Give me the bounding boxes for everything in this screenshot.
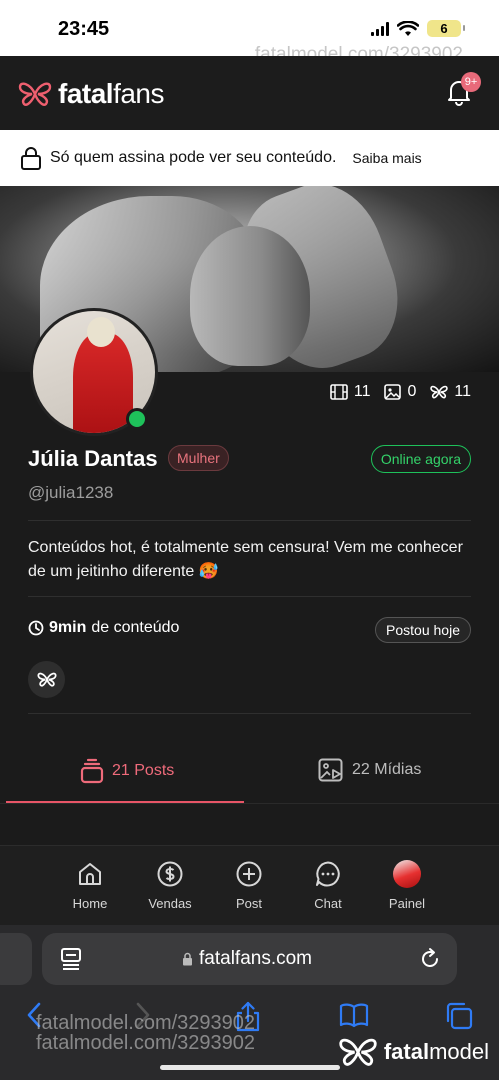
status-icons: 6	[371, 20, 465, 37]
url-text: fatalfans.com	[199, 948, 312, 969]
lock-icon	[183, 952, 192, 966]
media-icon	[318, 758, 343, 782]
stack-icon	[80, 758, 104, 784]
butterfly-button[interactable]	[28, 661, 65, 698]
content-duration: 9min de conteúdo	[28, 619, 179, 637]
profile-bio: Conteúdos hot, é totalmente sem censura!…	[28, 539, 463, 580]
fatalfans-logo[interactable]: fatalfans	[18, 78, 165, 110]
bottom-navigation: Home Vendas Post Chat Painel	[0, 845, 499, 925]
image-icon	[384, 384, 402, 400]
subscription-notice: Só quem assina pode ver seu conteúdo. Sa…	[0, 130, 499, 186]
notifications-button[interactable]: 9+	[447, 72, 481, 108]
profile-handle: @julia1238	[28, 483, 114, 502]
online-status-badge: Online agora	[370, 445, 471, 473]
butterfly-logo-icon	[18, 82, 52, 106]
divider	[28, 713, 471, 714]
nav-vendas[interactable]: Vendas	[135, 860, 205, 911]
duration-value: 9min	[49, 619, 87, 636]
videos-stat: 11	[330, 383, 371, 401]
profile-name: Júlia Dantas	[28, 446, 158, 471]
dollar-icon	[157, 861, 183, 887]
photos-stat: 0	[384, 383, 416, 401]
clock-icon	[28, 620, 44, 636]
notice-message: Só quem assina pode ver seu conteúdo.	[50, 149, 337, 166]
bookmarks-icon[interactable]	[339, 1001, 369, 1029]
url-display: fatalfans.com	[182, 948, 312, 970]
nav-post[interactable]: Post	[214, 860, 284, 911]
nav-chat[interactable]: Chat	[293, 860, 363, 911]
divider	[28, 596, 471, 597]
watermark-logo-text: fatalmodel	[383, 1039, 489, 1064]
butterflies-stat: 11	[430, 383, 471, 401]
nav-post-label: Post	[235, 896, 262, 911]
tab-midias-label: 22 Mídias	[352, 761, 422, 778]
gender-badge: Mulher	[168, 445, 229, 471]
nav-home[interactable]: Home	[55, 860, 125, 911]
online-indicator	[126, 408, 148, 430]
butterflies-count: 11	[454, 383, 471, 400]
plus-circle-icon	[236, 861, 262, 887]
home-indicator	[160, 1065, 340, 1070]
posted-today-badge: Postou hoje	[375, 617, 471, 643]
tabs-divider	[0, 803, 499, 804]
butterfly-icon	[36, 672, 57, 687]
app-header: fatalfans 9+	[0, 56, 499, 130]
watermark-logo: fatalmodel	[338, 1037, 489, 1067]
signal-icon	[371, 21, 389, 36]
avatar	[393, 860, 421, 888]
film-icon	[330, 384, 348, 400]
notifications-badge: 9+	[461, 72, 481, 92]
nav-chat-label: Chat	[314, 896, 342, 911]
nav-painel-label: Painel	[388, 896, 426, 911]
nav-vendas-label: Vendas	[148, 896, 192, 911]
duration-suffix: de conteúdo	[91, 619, 180, 636]
tabs-icon[interactable]	[444, 1001, 474, 1031]
reload-icon[interactable]	[419, 947, 441, 971]
tab-posts[interactable]: 21 Posts	[80, 758, 174, 784]
nav-home-label: Home	[72, 896, 108, 911]
profile-stats: 11 0 11	[330, 383, 471, 401]
logo-text: fatalfans	[58, 78, 165, 109]
tab-posts-label: 21 Posts	[112, 762, 175, 779]
page-menu-icon[interactable]	[60, 947, 82, 971]
tab-midias[interactable]: 22 Mídias	[318, 758, 421, 782]
butterfly-icon	[430, 385, 449, 399]
home-icon	[79, 863, 101, 885]
videos-count: 11	[353, 383, 371, 400]
previous-tab[interactable]	[0, 933, 32, 985]
photos-count: 0	[407, 383, 417, 400]
chat-icon	[316, 861, 340, 887]
nav-painel[interactable]: Painel	[372, 860, 442, 911]
watermark-text: fatalmodel.com/3293902	[36, 1032, 256, 1054]
active-tab-indicator	[6, 801, 244, 803]
learn-more-link[interactable]: Saiba mais	[352, 150, 421, 166]
butterfly-logo-icon	[339, 1038, 377, 1066]
divider	[28, 520, 471, 521]
status-time: 23:45	[58, 18, 110, 40]
lock-icon	[21, 147, 41, 170]
address-bar[interactable]: fatalfans.com	[42, 933, 457, 985]
battery-icon: 6	[427, 20, 465, 37]
wifi-icon	[397, 20, 419, 36]
